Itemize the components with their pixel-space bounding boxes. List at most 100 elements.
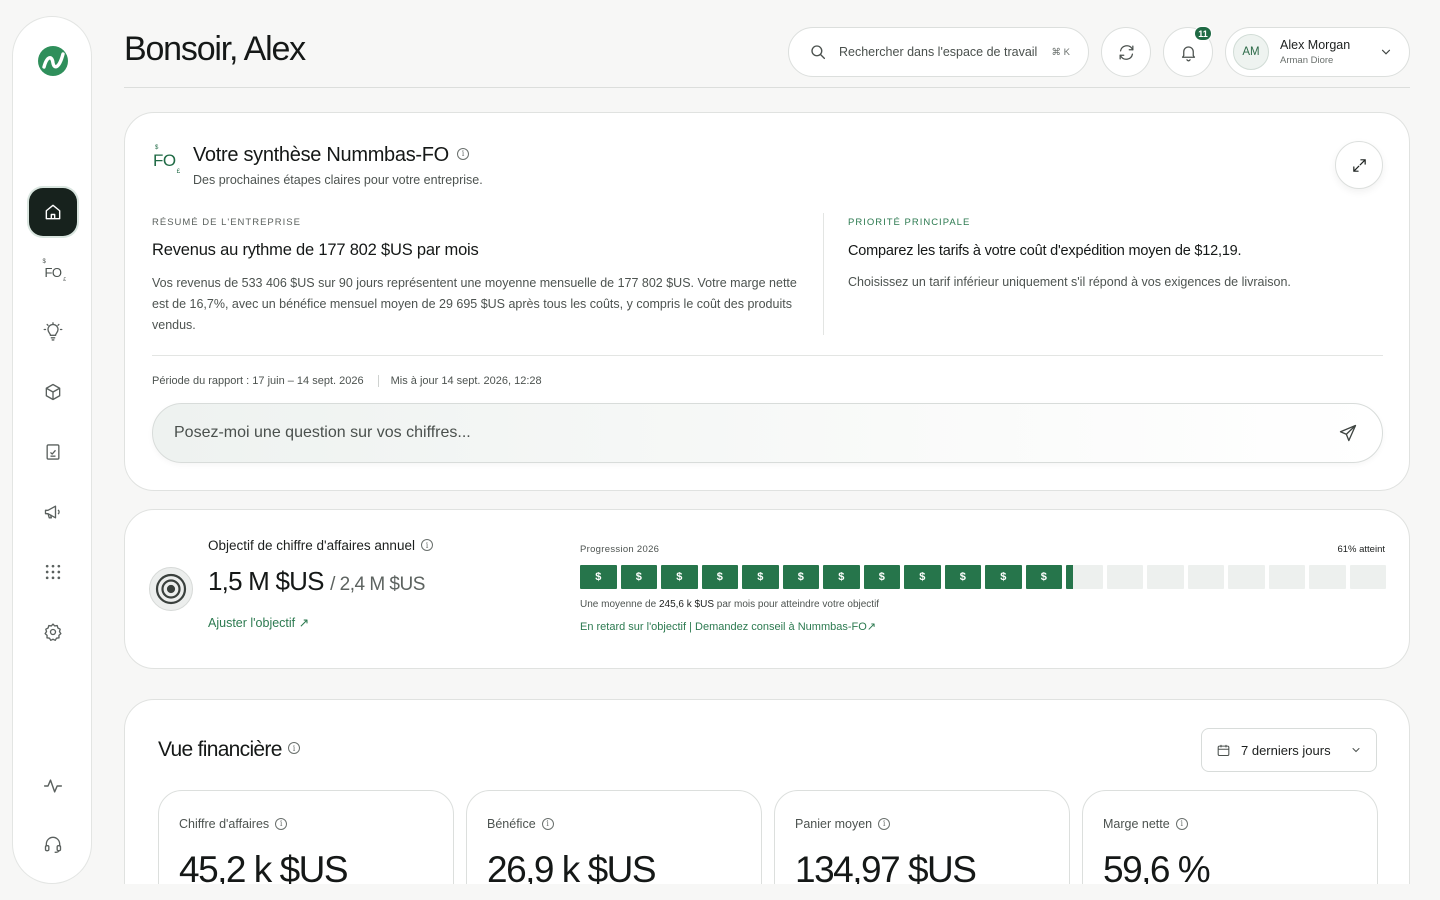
brand-logo[interactable] xyxy=(35,43,71,79)
sidebar-item-settings[interactable] xyxy=(29,608,77,656)
expand-button[interactable] xyxy=(1335,141,1383,189)
progress-segment: $ xyxy=(782,565,819,589)
user-name: Alex Morgan xyxy=(1280,38,1351,52)
search-bar[interactable]: Rechercher dans l'espace de travail ⌘ K xyxy=(788,27,1089,77)
business-summary-label: Résumé de l'entreprise xyxy=(152,217,301,228)
report-meta: Période du rapport : 17 juin – 14 sept. … xyxy=(152,375,542,387)
target-icon xyxy=(149,567,193,611)
info-icon[interactable]: i xyxy=(878,817,891,830)
info-icon[interactable]: i xyxy=(287,742,300,755)
kpi-label: Marge nette i xyxy=(1103,817,1188,831)
sidebar-item-home[interactable] xyxy=(29,188,77,236)
progress-segment: $ xyxy=(944,565,981,589)
pulse-icon xyxy=(43,779,63,793)
fo-icon: $ FO £ xyxy=(42,258,66,283)
progress-segment xyxy=(1228,565,1265,589)
summary-card: $ FO £ Votre synthèse Nummbas-FO i Des proc… xyxy=(124,112,1410,491)
progress-segment xyxy=(1268,565,1305,589)
headset-icon xyxy=(44,836,62,853)
adjust-goal-link[interactable]: Ajuster l'objectif ↗ xyxy=(208,615,309,630)
info-icon[interactable]: i xyxy=(541,817,554,830)
business-summary-title: Revenus au rythme de 177 802 $US par moi… xyxy=(152,241,479,259)
grid-dots-icon xyxy=(45,564,61,580)
sidebar-item-products[interactable] xyxy=(29,368,77,416)
notifications-button[interactable]: 11 xyxy=(1163,26,1213,77)
search-shortcut: ⌘ K xyxy=(1051,46,1070,58)
megaphone-icon xyxy=(44,505,60,519)
progress-label: Progression 2026 xyxy=(580,544,660,555)
expand-icon xyxy=(1352,158,1366,172)
refresh-icon xyxy=(1119,44,1133,60)
top-priority-body: Choisissez un tarif inférieur uniquement… xyxy=(848,275,1291,289)
gear-icon xyxy=(44,623,62,641)
progress-segment: $ xyxy=(863,565,900,589)
fo-logo: $ FO £ xyxy=(153,145,180,175)
top-priority-label: Priorité principale xyxy=(848,217,971,228)
goal-title: Objectif de chiffre d'affaires annuel i xyxy=(208,538,433,553)
progress-segment: $ xyxy=(701,565,738,589)
column-divider xyxy=(823,213,824,335)
sidebar-item-marketing[interactable] xyxy=(29,488,77,536)
chevron-down-icon xyxy=(1381,49,1391,55)
progress-segment: $ xyxy=(1025,565,1062,589)
bell-icon xyxy=(1181,45,1195,61)
search-icon xyxy=(811,45,826,60)
sidebar: $ FO £ xyxy=(12,16,92,884)
progress-note: Une moyenne de 245,6 k $US par mois pour… xyxy=(580,599,880,610)
send-icon[interactable] xyxy=(1338,423,1358,443)
info-icon[interactable]: i xyxy=(275,817,288,830)
progress-segment: $ xyxy=(823,565,860,589)
header-divider xyxy=(124,87,1410,88)
summary-subtitle: Des prochaines étapes claires pour votre… xyxy=(193,173,483,187)
user-subtitle: Arman Diore xyxy=(1280,55,1334,66)
sidebar-item-fo[interactable]: $ FO £ xyxy=(29,248,77,296)
info-icon[interactable]: i xyxy=(420,539,433,552)
progress-segment xyxy=(1106,565,1143,589)
progress-bar: $ $ $ $ $ $ $ $ $ $ $ $ xyxy=(580,565,1386,589)
progress-segment: $ xyxy=(742,565,779,589)
ask-placeholder: Posez-moi une question sur vos chiffres.… xyxy=(174,424,471,441)
progress-segment: $ xyxy=(904,565,941,589)
behind-goal-link[interactable]: En retard sur l'objectif | Demandez cons… xyxy=(580,620,876,633)
goal-value: 1,5 M $US / 2,4 M $US xyxy=(208,566,425,596)
user-menu[interactable]: AM Alex Morgan Arman Diore xyxy=(1225,27,1410,77)
kpi-label: Chiffre d'affaires i xyxy=(179,817,288,831)
top-priority-title: Comparez les tarifs à votre coût d'expéd… xyxy=(848,243,1242,259)
progress-segment: $ xyxy=(661,565,698,589)
ask-input[interactable]: Posez-moi une question sur vos chiffres.… xyxy=(152,403,1383,463)
refresh-button[interactable] xyxy=(1101,27,1151,77)
viewport-edge xyxy=(0,884,1440,900)
info-icon[interactable]: i xyxy=(456,147,469,160)
sidebar-item-activity[interactable] xyxy=(29,762,77,810)
progress-segment xyxy=(1147,565,1184,589)
summary-title: Votre synthèse Nummbas-FO i xyxy=(193,144,469,167)
page-greeting: Bonsoir, Alex xyxy=(124,30,306,68)
financial-overview-card: Vue financière i 7 derniers jours Chiffre… xyxy=(124,699,1410,900)
info-icon[interactable]: i xyxy=(1175,817,1188,830)
revenue-goal-card: Objectif de chiffre d'affaires annuel i 1… xyxy=(124,509,1410,669)
sidebar-item-support[interactable] xyxy=(29,820,77,868)
financial-title: Vue financière i xyxy=(158,738,300,762)
date-range-select[interactable]: 7 derniers jours xyxy=(1201,728,1377,772)
progress-segment: $ xyxy=(620,565,657,589)
progress-segment: $ xyxy=(580,565,617,589)
box-icon xyxy=(45,383,61,401)
avatar: AM xyxy=(1233,34,1269,70)
progress-segment xyxy=(1187,565,1224,589)
clipboard-check-icon xyxy=(46,444,60,460)
business-summary-body: Vos revenus de 533 406 $US sur 90 jours … xyxy=(152,276,797,332)
chevron-down-icon xyxy=(1352,748,1360,753)
sidebar-item-apps[interactable] xyxy=(29,548,77,596)
home-icon xyxy=(45,204,61,220)
lightbulb-icon xyxy=(43,322,63,341)
notification-badge: 11 xyxy=(1194,26,1212,41)
sidebar-item-reports[interactable] xyxy=(29,428,77,476)
kpi-label: Bénéfice i xyxy=(487,817,554,831)
date-range-label: 7 derniers jours xyxy=(1241,742,1331,758)
progress-segment xyxy=(1349,565,1386,589)
sidebar-item-insights[interactable] xyxy=(29,308,77,356)
progress-segment: $ xyxy=(985,565,1022,589)
search-placeholder: Rechercher dans l'espace de travail xyxy=(839,45,1038,59)
last-updated: Mis à jour 14 sept. 2026, 12:28 xyxy=(390,375,542,387)
report-period: Période du rapport : 17 juin – 14 sept. … xyxy=(152,375,364,387)
